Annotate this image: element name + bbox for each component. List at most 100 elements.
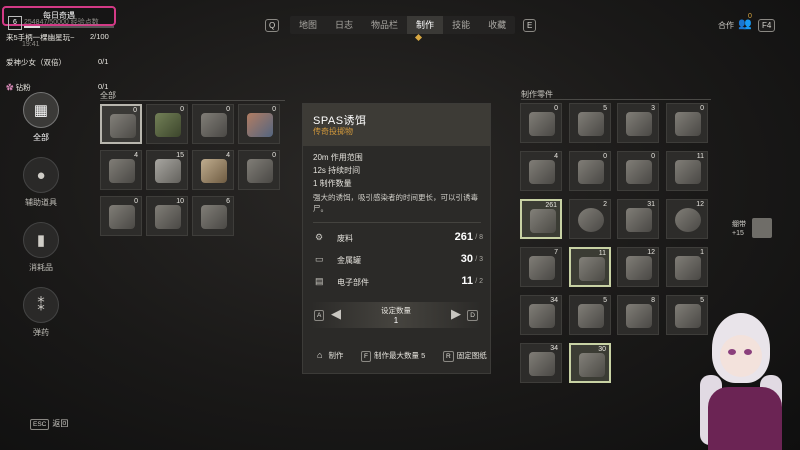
part-slot[interactable]: 0 — [666, 103, 708, 143]
gear-icon — [578, 208, 604, 232]
spear-icon — [201, 205, 227, 229]
back-action[interactable]: ESC 返回 — [30, 418, 68, 430]
part-slot[interactable]: 34 — [520, 343, 562, 383]
increase-icon[interactable]: ▶ — [451, 306, 461, 322]
molotov-icon — [201, 113, 227, 137]
divider — [521, 99, 711, 100]
quest-2-progress: 0/1 — [98, 57, 109, 66]
grid-icon: ▦ — [23, 92, 59, 128]
tab-crafting[interactable]: 制作 — [407, 16, 444, 34]
part-slot[interactable]: 261 — [520, 199, 562, 239]
leaf-icon — [578, 304, 604, 328]
item-slot[interactable]: 6 — [192, 196, 234, 236]
cloth-icon — [626, 256, 652, 280]
lavender-icon — [626, 304, 652, 328]
part-slot[interactable]: 0 — [520, 103, 562, 143]
item-slot[interactable]: 0 — [146, 104, 188, 144]
part-slot[interactable]: 7 — [520, 247, 562, 287]
category-consumables[interactable]: ▮ 消耗品 — [22, 222, 60, 273]
part-slot[interactable]: 2 — [569, 199, 611, 239]
mouse-icon: ⌂ — [317, 350, 323, 360]
book-icon — [201, 159, 227, 183]
bait-icon — [110, 114, 136, 138]
coop-label[interactable]: 合作 — [718, 20, 734, 31]
flower-icon — [578, 160, 604, 184]
part-slot[interactable]: 4 — [520, 151, 562, 191]
item-slot[interactable]: 4 — [192, 150, 234, 190]
herb-icon — [529, 160, 555, 184]
craft-action[interactable]: ⌂ 制作 — [317, 350, 343, 361]
mushroom-icon — [626, 160, 652, 184]
item-slot[interactable]: 0 — [192, 104, 234, 144]
bandage-icon — [752, 218, 772, 238]
coop-count: 0 — [748, 13, 752, 20]
part-slot[interactable]: 11 — [666, 151, 708, 191]
tab-skills[interactable]: 技能 — [443, 16, 479, 34]
blade-icon — [675, 160, 701, 184]
item-slot[interactable]: 0 — [238, 150, 280, 190]
part-slot[interactable]: 5 — [569, 295, 611, 335]
category-ammo[interactable]: ⁑ 弹药 — [22, 287, 60, 338]
tab-journal[interactable]: 日志 — [326, 16, 362, 34]
part-slot[interactable]: 12 — [617, 247, 659, 287]
tube-icon — [529, 256, 555, 280]
part-slot[interactable]: 0 — [617, 151, 659, 191]
quest-2[interactable]: 爱神少女（双倍） — [6, 57, 66, 68]
bandage-icon — [155, 159, 181, 183]
item-category: 传奇投掷物 — [313, 127, 353, 136]
can-icon: ▭ — [315, 254, 324, 264]
part-slot[interactable]: 11 — [569, 247, 611, 287]
quest-1-progress: 2/100 — [90, 32, 109, 41]
quest-1[interactable]: 来5手柄一棵幽星玩~ — [6, 32, 75, 43]
part-slot[interactable]: 8 — [617, 295, 659, 335]
part-slot[interactable]: 3 — [617, 103, 659, 143]
tab-map[interactable]: 地图 — [290, 16, 326, 34]
part-slot[interactable]: 30 — [569, 343, 611, 383]
key-e[interactable]: E — [523, 19, 537, 32]
divider — [100, 100, 285, 101]
grenade-icon — [155, 113, 181, 137]
item-slot[interactable]: 0 — [100, 104, 142, 144]
key-d[interactable]: D — [467, 310, 478, 321]
bolt-icon — [155, 205, 181, 229]
part-slot[interactable]: 34 — [520, 295, 562, 335]
main-tabs: 地图 日志 物品栏 制作 技能 收藏 — [290, 16, 516, 34]
material-row: ▤ 电子部件 11 / 2 — [315, 275, 483, 287]
part-slot[interactable]: 1 — [666, 247, 708, 287]
item-slot[interactable]: 15 — [146, 150, 188, 190]
part-slot[interactable]: 12 — [666, 199, 708, 239]
alcohol-icon — [675, 112, 701, 136]
item-slot[interactable]: 0 — [238, 104, 280, 144]
quantity-selector[interactable]: A ◀ 设定数量 1 ▶ D — [311, 302, 481, 328]
key-esc[interactable]: ESC — [30, 419, 50, 430]
stat-yield: 1 制作数量 — [313, 179, 352, 188]
tab-collection[interactable]: 收藏 — [479, 16, 515, 34]
insect-icon — [529, 304, 555, 328]
stat-range: 20m 作用范围 — [313, 153, 363, 162]
tab-inventory[interactable]: 物品栏 — [362, 16, 407, 34]
chip-icon: ▤ — [315, 276, 324, 286]
pin-recipe-action[interactable]: R 固定图纸 — [443, 350, 487, 362]
key-q[interactable]: Q — [265, 19, 280, 32]
item-slot[interactable]: 0 — [100, 196, 142, 236]
scrap-icon — [530, 209, 556, 233]
vtuber-avatar — [690, 305, 800, 450]
rag-icon — [675, 256, 701, 280]
craft-max-action[interactable]: F 制作最大数量 5 — [361, 350, 425, 362]
material-row: ▭ 金属罐 30 / 3 — [315, 253, 483, 265]
bottle-icon: ▮ — [23, 222, 59, 258]
material-row: ⚙ 废料 261 / 8 — [315, 231, 483, 243]
item-slot[interactable]: 10 — [146, 196, 188, 236]
bottle-icon — [626, 112, 652, 136]
part-slot[interactable]: 0 — [569, 151, 611, 191]
fire-arrow-icon — [247, 159, 273, 183]
key-f4[interactable]: F4 — [758, 19, 776, 32]
item-slot[interactable]: 4 — [100, 150, 142, 190]
category-all[interactable]: ▦ 全部 — [22, 92, 60, 143]
category-aux-items[interactable]: ● 辅助道具 — [22, 157, 60, 208]
divider — [313, 222, 481, 223]
part-slot[interactable]: 5 — [569, 103, 611, 143]
bullet-icon: ⁑ — [23, 287, 59, 323]
part-slot[interactable]: 31 — [617, 199, 659, 239]
pickup-notice: 绷带 +15 — [732, 218, 792, 244]
